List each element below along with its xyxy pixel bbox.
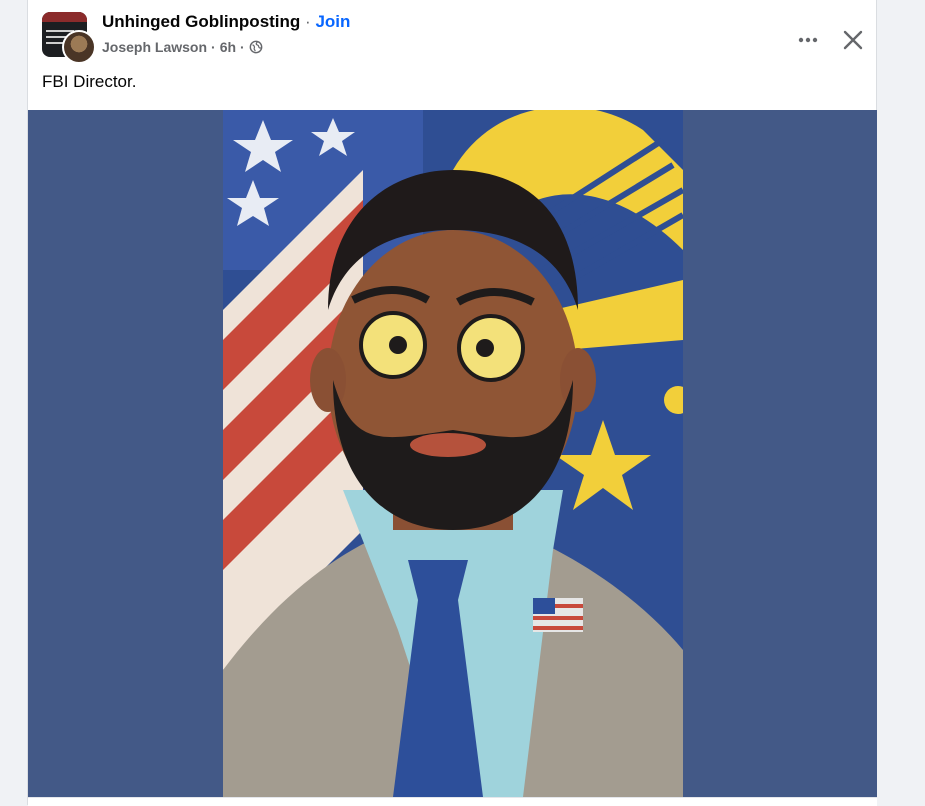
globe-icon[interactable] [249,40,263,54]
post-header: Unhinged Goblinposting · Join Joseph Law… [42,10,876,64]
more-options-button[interactable] [790,22,826,58]
group-avatar-band [42,12,87,22]
post-media[interactable] [28,110,877,797]
portrait-drawing-image [223,110,683,797]
meta-separator: · [211,39,216,55]
title-row: Unhinged Goblinposting · Join [102,12,350,32]
author-name-link[interactable]: Joseph Lawson [102,39,207,55]
more-horizontal-icon [798,37,818,43]
meta-row: Joseph Lawson · 6h · [102,39,263,55]
meta-separator: · [240,39,245,55]
close-button[interactable] [835,22,871,58]
timestamp-link[interactable]: 6h [220,39,236,55]
close-icon [843,30,863,50]
join-button[interactable]: Join [315,12,350,31]
author-avatar[interactable] [62,30,96,64]
group-name-link[interactable]: Unhinged Goblinposting [102,12,300,31]
post-text: FBI Director. [42,72,137,91]
title-separator: · [305,12,311,31]
post-card: Unhinged Goblinposting · Join Joseph Law… [27,0,877,806]
